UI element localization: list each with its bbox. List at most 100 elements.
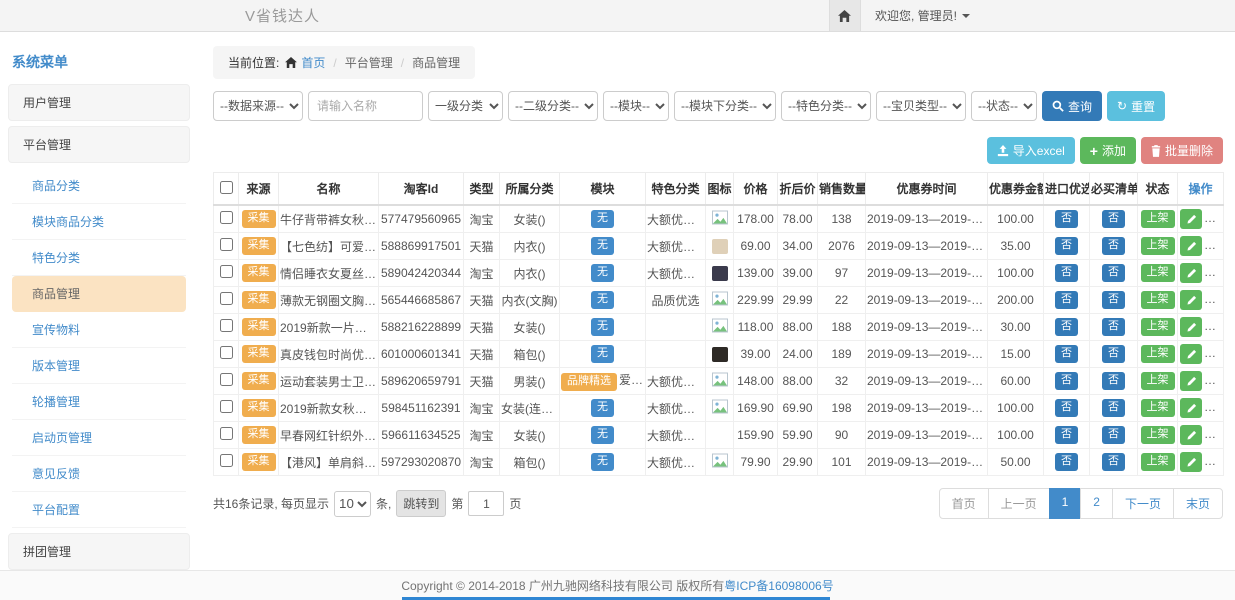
imported-badge[interactable]: 否 bbox=[1055, 426, 1078, 443]
imported-badge[interactable]: 否 bbox=[1055, 399, 1078, 416]
status-badge[interactable]: 上架 bbox=[1141, 237, 1175, 254]
page-button[interactable]: 1 bbox=[1049, 488, 1082, 519]
page-size-select[interactable]: 10 bbox=[334, 491, 371, 517]
filter-select[interactable]: --数据来源-- bbox=[213, 91, 303, 121]
status-badge[interactable]: 上架 bbox=[1141, 345, 1175, 362]
module-badge: 无 bbox=[591, 399, 614, 416]
imported-badge[interactable]: 否 bbox=[1055, 264, 1078, 281]
cell-name: 早春网红针织外套女春... bbox=[279, 422, 379, 449]
row-checkbox[interactable] bbox=[220, 238, 233, 251]
page-button[interactable]: 末页 bbox=[1173, 488, 1223, 519]
row-checkbox[interactable] bbox=[220, 265, 233, 278]
edit-button[interactable] bbox=[1180, 344, 1202, 364]
edit-button[interactable] bbox=[1180, 452, 1202, 472]
filter-select[interactable]: --模块下分类-- bbox=[674, 91, 776, 121]
imported-badge[interactable]: 否 bbox=[1055, 237, 1078, 254]
status-badge[interactable]: 上架 bbox=[1141, 453, 1175, 470]
breadcrumb-item[interactable]: 商品管理 bbox=[412, 54, 460, 71]
sidebar-item[interactable]: 版本管理 bbox=[12, 348, 186, 384]
must-buy-badge[interactable]: 否 bbox=[1102, 399, 1125, 416]
row-checkbox[interactable] bbox=[220, 427, 233, 440]
edit-button[interactable] bbox=[1180, 263, 1202, 283]
must-buy-badge[interactable]: 否 bbox=[1102, 264, 1125, 281]
table-row: 采集真皮钱包时尚优雅女士...601000601341天猫箱包()无39.002… bbox=[214, 341, 1224, 368]
status-badge[interactable]: 上架 bbox=[1141, 291, 1175, 308]
add-button[interactable]: + 添加 bbox=[1080, 137, 1136, 164]
must-buy-badge[interactable]: 否 bbox=[1102, 426, 1125, 443]
must-buy-badge[interactable]: 否 bbox=[1102, 237, 1125, 254]
table-row: 采集早春网红针织外套女春...596611634525淘宝女装()无大额优惠券1… bbox=[214, 422, 1224, 449]
row-checkbox[interactable] bbox=[220, 211, 233, 224]
must-buy-badge[interactable]: 否 bbox=[1102, 345, 1125, 362]
sidebar-item[interactable]: 特色分类 bbox=[12, 240, 186, 276]
row-checkbox[interactable] bbox=[220, 319, 233, 332]
batch-delete-button[interactable]: 批量删除 bbox=[1141, 137, 1223, 164]
sidebar-item[interactable]: 轮播管理 bbox=[12, 384, 186, 420]
must-buy-badge[interactable]: 否 bbox=[1102, 318, 1125, 335]
user-menu[interactable]: 欢迎您, 管理员! bbox=[861, 0, 980, 31]
column-header: 类型 bbox=[464, 173, 500, 206]
status-badge[interactable]: 上架 bbox=[1141, 426, 1175, 443]
status-badge[interactable]: 上架 bbox=[1141, 264, 1175, 281]
row-checkbox[interactable] bbox=[220, 400, 233, 413]
status-badge[interactable]: 上架 bbox=[1141, 372, 1175, 389]
sidebar-item[interactable]: 平台配置 bbox=[12, 492, 186, 528]
breadcrumb-home[interactable]: 首页 bbox=[285, 54, 325, 71]
filter-select[interactable]: --模块-- bbox=[603, 91, 669, 121]
sidebar-group[interactable]: 用户管理 bbox=[8, 84, 190, 121]
page-button[interactable]: 2 bbox=[1080, 488, 1113, 519]
sidebar-item[interactable]: 启动页管理 bbox=[12, 420, 186, 456]
row-checkbox[interactable] bbox=[220, 292, 233, 305]
search-button[interactable]: 查询 bbox=[1042, 91, 1102, 121]
edit-button[interactable] bbox=[1180, 371, 1202, 391]
edit-button[interactable] bbox=[1180, 317, 1202, 337]
home-button[interactable] bbox=[829, 0, 861, 31]
page-button[interactable]: 下一页 bbox=[1112, 488, 1174, 519]
sidebar-item[interactable]: 模块商品分类 bbox=[12, 204, 186, 240]
cell-coupon-time: 2019-09-13—2019-09-17 bbox=[866, 205, 988, 233]
cell-taoke-id: 598451162391 bbox=[379, 395, 464, 422]
sidebar-item[interactable]: 商品管理 bbox=[12, 276, 186, 312]
breadcrumb-item[interactable]: 平台管理 bbox=[345, 54, 393, 71]
sidebar-group[interactable]: 平台管理 bbox=[8, 126, 190, 163]
status-badge[interactable]: 上架 bbox=[1141, 399, 1175, 416]
imported-badge[interactable]: 否 bbox=[1055, 210, 1078, 227]
page-number-input[interactable] bbox=[468, 491, 504, 516]
filter-select[interactable]: --状态-- bbox=[971, 91, 1037, 121]
row-checkbox[interactable] bbox=[220, 346, 233, 359]
jump-button[interactable]: 跳转到 bbox=[396, 490, 446, 517]
edit-button[interactable] bbox=[1180, 425, 1202, 445]
must-buy-badge[interactable]: 否 bbox=[1102, 210, 1125, 227]
imported-badge[interactable]: 否 bbox=[1055, 318, 1078, 335]
import-excel-button[interactable]: 导入excel bbox=[987, 137, 1075, 164]
select-all-checkbox[interactable] bbox=[220, 181, 233, 194]
filter-select[interactable]: --二级分类-- bbox=[508, 91, 598, 121]
must-buy-badge[interactable]: 否 bbox=[1102, 291, 1125, 308]
filter-select[interactable]: --宝贝类型-- bbox=[876, 91, 966, 121]
row-checkbox[interactable] bbox=[220, 373, 233, 386]
edit-button[interactable] bbox=[1180, 209, 1202, 229]
status-badge[interactable]: 上架 bbox=[1141, 318, 1175, 335]
sidebar-item[interactable]: 宣传物料 bbox=[12, 312, 186, 348]
imported-badge[interactable]: 否 bbox=[1055, 453, 1078, 470]
filter-select[interactable]: 一级分类 bbox=[428, 91, 503, 121]
must-buy-badge[interactable]: 否 bbox=[1102, 372, 1125, 389]
sidebar-item[interactable]: 意见反馈 bbox=[12, 456, 186, 492]
icp-link[interactable]: 粤ICP备16098006号 bbox=[724, 577, 833, 594]
sidebar-group[interactable]: 拼团管理 bbox=[8, 533, 190, 570]
refresh-icon: ↻ bbox=[1117, 99, 1127, 113]
must-buy-badge[interactable]: 否 bbox=[1102, 453, 1125, 470]
imported-badge[interactable]: 否 bbox=[1055, 291, 1078, 308]
edit-button[interactable] bbox=[1180, 236, 1202, 256]
name-search-input[interactable] bbox=[308, 91, 423, 121]
status-badge[interactable]: 上架 bbox=[1141, 210, 1175, 227]
edit-button[interactable] bbox=[1180, 290, 1202, 310]
imported-badge[interactable]: 否 bbox=[1055, 345, 1078, 362]
imported-badge[interactable]: 否 bbox=[1055, 372, 1078, 389]
reset-button[interactable]: ↻ 重置 bbox=[1107, 91, 1165, 121]
row-checkbox[interactable] bbox=[220, 454, 233, 467]
sidebar-item[interactable]: 商品分类 bbox=[12, 168, 186, 204]
filter-select[interactable]: --特色分类-- bbox=[781, 91, 871, 121]
cell-actions bbox=[1178, 449, 1224, 476]
edit-button[interactable] bbox=[1180, 398, 1202, 418]
